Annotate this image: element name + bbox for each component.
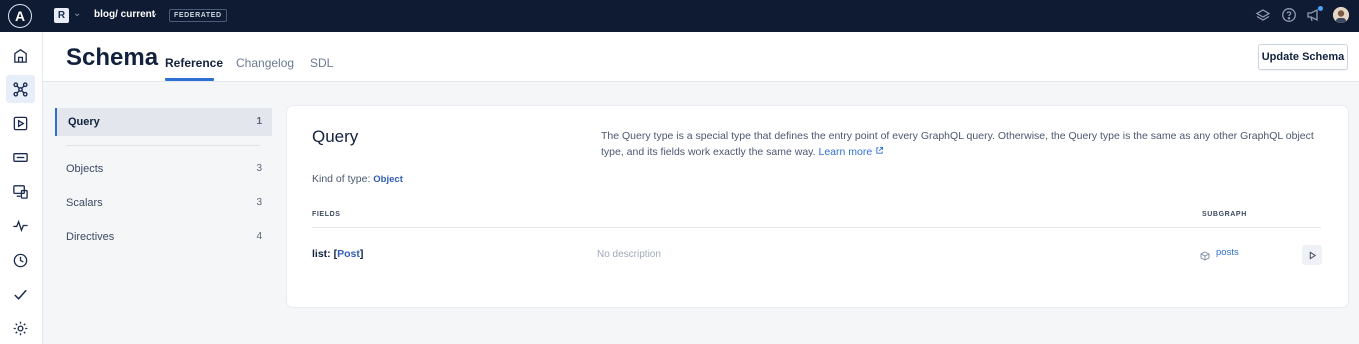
external-link-icon: [876, 146, 884, 154]
insights-icon[interactable]: [6, 211, 35, 239]
tab-reference[interactable]: Reference: [165, 56, 223, 70]
update-schema-button[interactable]: Update Schema: [1258, 44, 1348, 70]
run-in-explorer-button[interactable]: [1302, 245, 1322, 265]
graph-chevron-down-icon[interactable]: ⌄: [150, 8, 158, 19]
list-item-directives[interactable]: Directives 4: [55, 223, 272, 251]
top-bar: A R ⌄ blog/ current ⌄ FEDERATED: [0, 0, 1359, 32]
nav-rail: [0, 32, 43, 344]
org-chevron-down-icon[interactable]: ⌄: [73, 8, 81, 19]
kind-value[interactable]: Object: [373, 174, 403, 185]
kind-label: Kind of type:: [312, 173, 371, 185]
federated-badge: FEDERATED: [169, 9, 227, 22]
history-icon[interactable]: [6, 246, 35, 274]
notification-dot: [1318, 6, 1323, 11]
subgraph-link[interactable]: posts: [1216, 247, 1239, 258]
list-item-count: 4: [256, 231, 262, 242]
list-item-count: 1: [256, 116, 262, 127]
explorer-icon[interactable]: [6, 109, 35, 137]
help-icon[interactable]: [1281, 7, 1297, 23]
home-icon[interactable]: [6, 41, 35, 69]
settings-icon[interactable]: [6, 314, 35, 342]
list-item-label: Query: [68, 116, 100, 128]
page-title: Schema: [66, 44, 159, 71]
launches-icon[interactable]: [6, 280, 35, 308]
list-item-label: Directives: [66, 231, 115, 243]
tab-changelog[interactable]: Changelog: [236, 56, 294, 70]
subgraph-column-header: SUBGRAPH: [1202, 211, 1247, 218]
subgraph-icon: [1200, 248, 1210, 261]
field-type-bracket-close: ]: [359, 248, 364, 260]
play-icon: [1309, 250, 1316, 260]
type-description: The Query type is a special type that de…: [601, 128, 1321, 160]
list-item-count: 3: [256, 197, 262, 208]
type-detail-card: Query The Query type is a special type t…: [287, 106, 1348, 307]
user-avatar[interactable]: [1333, 7, 1349, 23]
org-avatar[interactable]: R: [54, 8, 69, 23]
header-divider: [312, 227, 1321, 228]
graph-icon[interactable]: [6, 75, 35, 103]
type-name: Query: [312, 127, 359, 146]
tab-sdl[interactable]: SDL: [310, 56, 333, 70]
layers-icon[interactable]: [1255, 7, 1271, 23]
graph-variant-name[interactable]: blog/ current: [94, 9, 155, 20]
kind-of-type: Kind of type: Object: [312, 173, 403, 185]
active-tab-indicator: [165, 78, 214, 81]
page-header: Schema Reference Changelog SDL Update Sc…: [43, 32, 1359, 82]
field-name: list:: [312, 248, 331, 260]
list-item-query[interactable]: Query 1: [55, 108, 272, 136]
clients-icon[interactable]: [6, 177, 35, 205]
list-item-label: Objects: [66, 163, 104, 175]
list-item-scalars[interactable]: Scalars 3: [55, 189, 272, 217]
type-description-text: The Query type is a special type that de…: [601, 130, 1314, 158]
list-item-label: Scalars: [66, 197, 103, 209]
learn-more-link[interactable]: Learn more: [819, 146, 885, 158]
field-type-link[interactable]: Post: [337, 248, 360, 260]
divider: [66, 145, 260, 146]
list-item-count: 3: [256, 163, 262, 174]
field-row-name: list: [Post]: [312, 248, 363, 260]
list-item-objects[interactable]: Objects 3: [55, 155, 272, 183]
field-description: No description: [597, 249, 661, 260]
fields-column-header: FIELDS: [312, 211, 341, 218]
checks-icon[interactable]: [6, 143, 35, 171]
apollo-logo-icon[interactable]: A: [8, 4, 32, 28]
